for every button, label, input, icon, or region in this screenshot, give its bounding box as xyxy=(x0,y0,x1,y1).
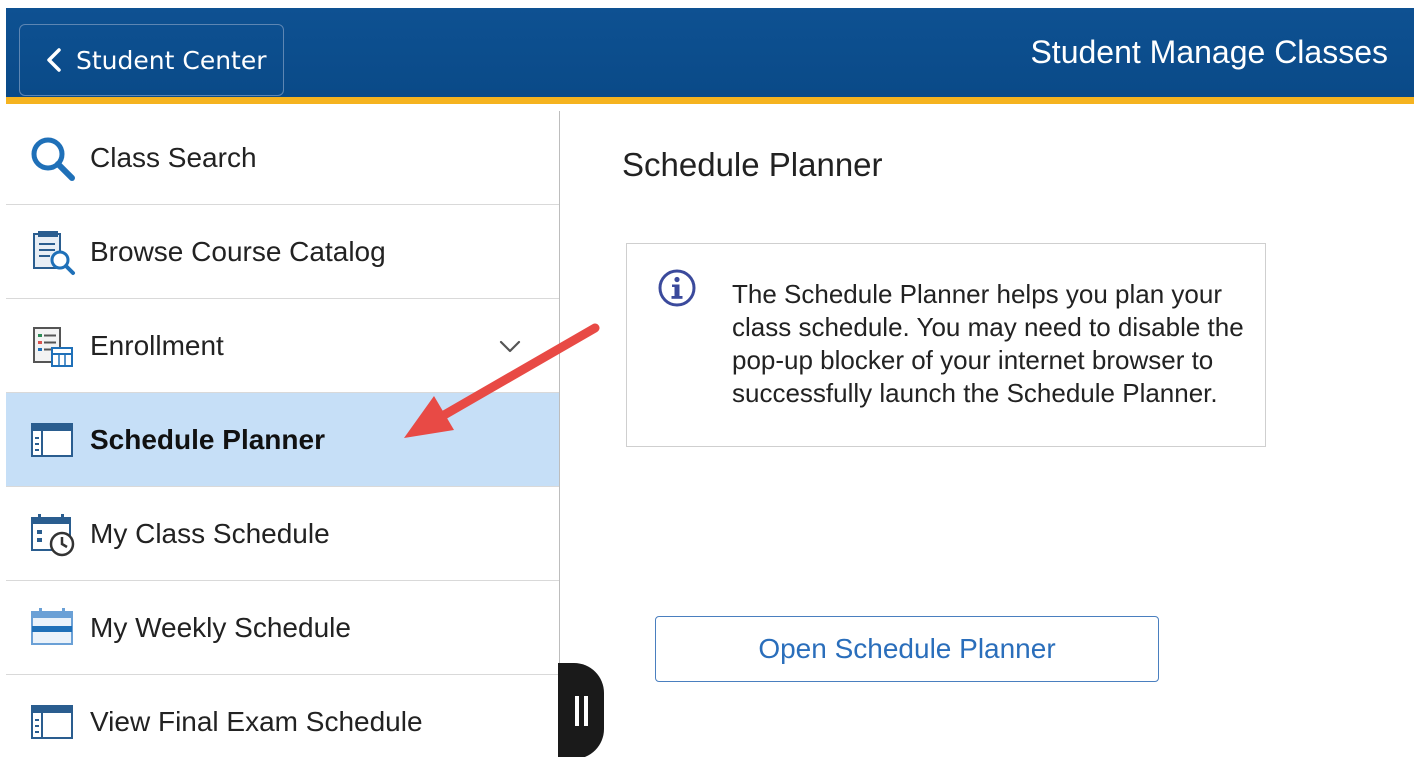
sidebar-item-label: My Weekly Schedule xyxy=(90,611,351,643)
drag-handle-icon xyxy=(574,696,588,726)
sidebar-item-class-search[interactable]: Class Search xyxy=(6,111,559,205)
sidebar-item-label: Browse Course Catalog xyxy=(90,235,386,267)
sidebar-item-label: Enrollment xyxy=(90,329,224,361)
back-button-label: Student Center xyxy=(76,45,267,75)
planner-icon xyxy=(31,422,73,457)
catalog-icon xyxy=(33,230,75,275)
sidebar-item-label: Schedule Planner xyxy=(90,423,325,455)
sidebar-item-my-class-schedule[interactable]: My Class Schedule xyxy=(6,487,559,581)
page-header-title: Student Manage Classes xyxy=(1030,34,1388,70)
back-to-student-center-button[interactable]: Student Center xyxy=(19,24,284,96)
class-schedule-icon xyxy=(31,513,75,556)
app-header: Student Center Student Manage Classes xyxy=(6,8,1414,104)
sidebar-item-label: Class Search xyxy=(90,141,257,173)
search-icon xyxy=(31,137,75,181)
exam-schedule-icon xyxy=(31,704,73,739)
info-icon xyxy=(658,269,696,307)
weekly-calendar-icon xyxy=(31,607,73,645)
page-title: Schedule Planner xyxy=(622,146,883,183)
info-message-box: The Schedule Planner helps you plan your… xyxy=(626,243,1266,447)
sidebar-item-browse-course-catalog[interactable]: Browse Course Catalog xyxy=(6,205,559,299)
sidebar-item-my-weekly-schedule[interactable]: My Weekly Schedule xyxy=(6,581,559,675)
sidebar-item-view-final-exam-schedule[interactable]: View Final Exam Schedule xyxy=(6,675,559,757)
annotation-arrow-icon xyxy=(404,323,600,438)
sidebar-collapse-handle[interactable] xyxy=(558,663,604,757)
open-schedule-planner-button[interactable]: Open Schedule Planner xyxy=(655,616,1159,682)
sidebar-item-label: My Class Schedule xyxy=(90,517,330,549)
info-message-text: The Schedule Planner helps you plan your… xyxy=(732,279,1244,408)
chevron-left-icon xyxy=(47,48,61,72)
sidebar-item-label: View Final Exam Schedule xyxy=(90,705,423,737)
enrollment-icon xyxy=(33,326,73,367)
